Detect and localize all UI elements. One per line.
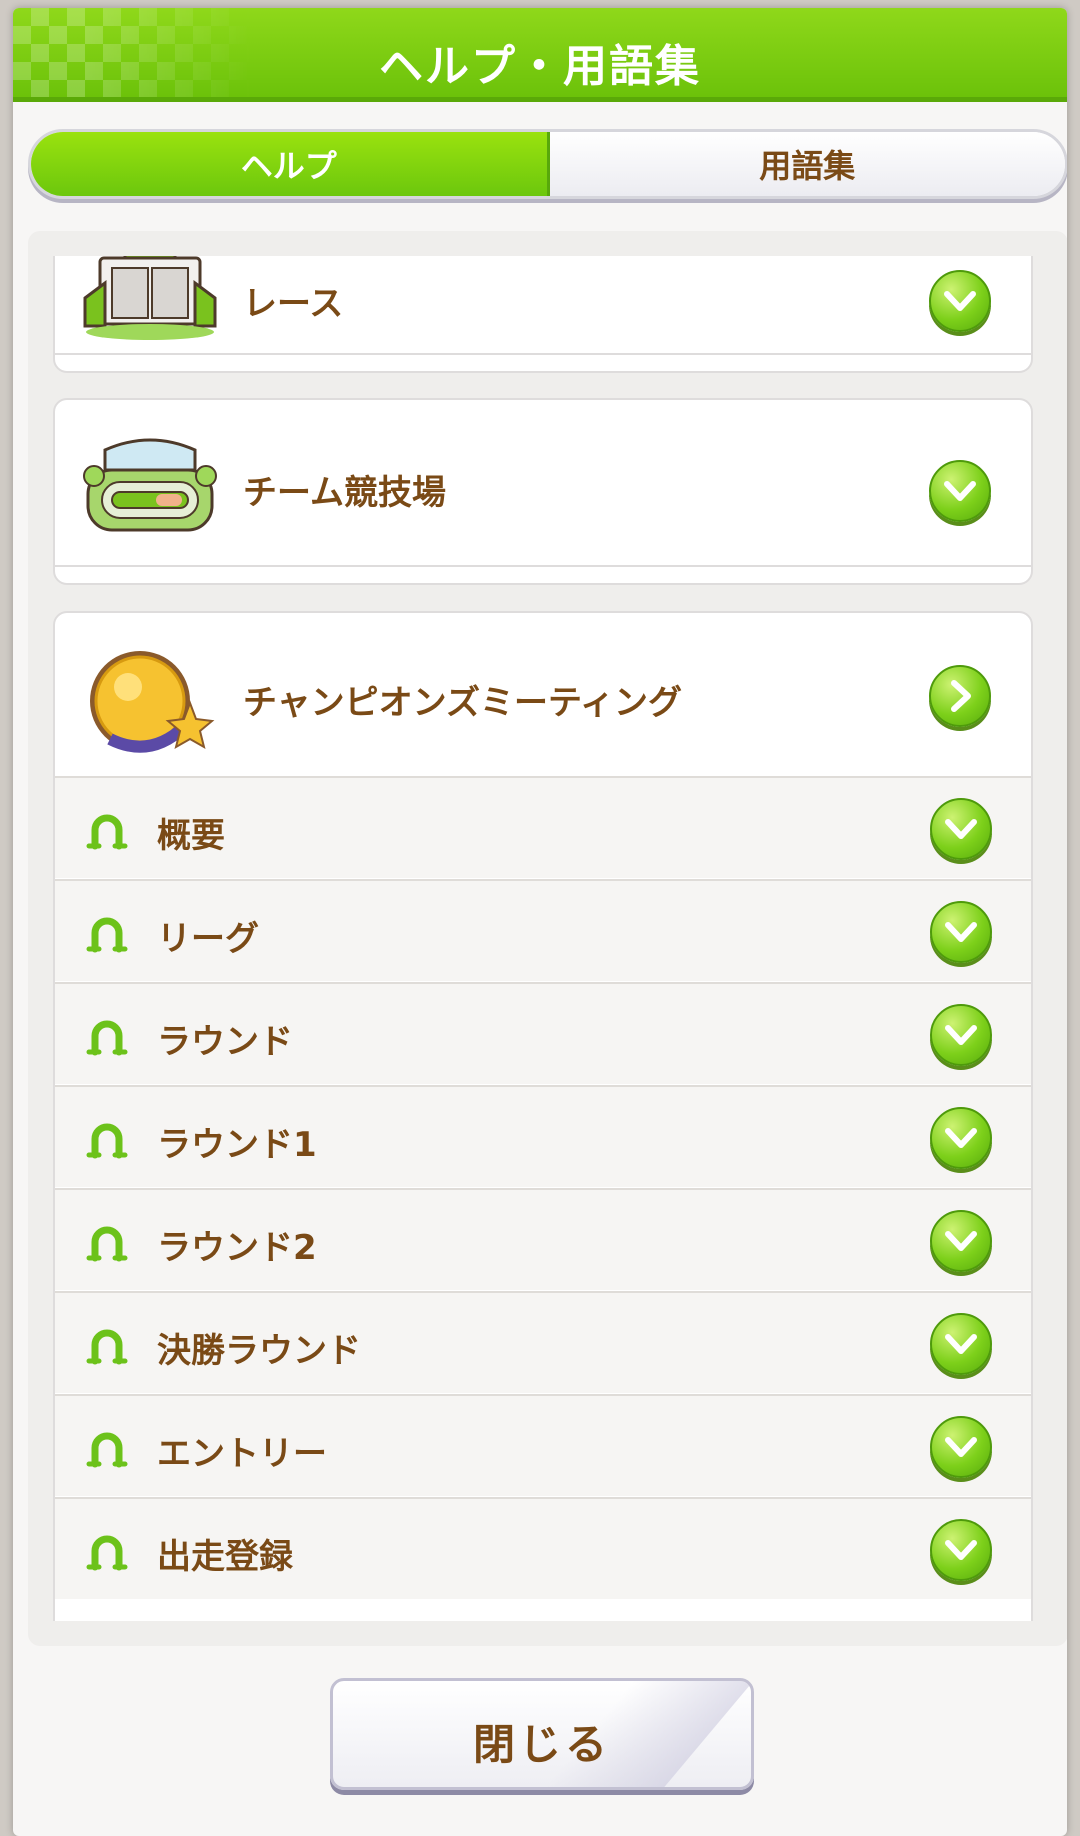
- gold-medal-icon: [90, 651, 215, 753]
- horseshoe-icon: [86, 814, 128, 850]
- expand-button[interactable]: [929, 270, 991, 332]
- horseshoe-icon: [86, 1226, 128, 1262]
- subitem-label: 決勝ラウンド: [157, 1331, 361, 1371]
- subitem-row[interactable]: 概要: [55, 776, 1031, 878]
- chevron-down-icon: [945, 819, 977, 839]
- expand-button[interactable]: [930, 1107, 992, 1169]
- close-button-label: 閉じる: [472, 1720, 611, 1769]
- subitem-row[interactable]: ラウンド: [55, 982, 1031, 1084]
- horseshoe-icon: [86, 1329, 128, 1365]
- subitem-label: リーグ: [157, 919, 259, 959]
- subitem-label: 概要: [157, 816, 225, 856]
- subitem-row[interactable]: ラウンド2: [55, 1188, 1031, 1290]
- help-list: レース チーム競技場 チャンピオンズミーティング 概要 リーグ ラウンド ラウン…: [53, 256, 1033, 1621]
- chevron-down-icon: [945, 1334, 977, 1354]
- expand-button[interactable]: [930, 1210, 992, 1272]
- category-label: チャンピオンズミーティング: [243, 683, 682, 723]
- expand-button[interactable]: [930, 798, 992, 860]
- chevron-right-icon: [951, 680, 971, 712]
- subitem-row[interactable]: ラウンド1: [55, 1085, 1031, 1187]
- card-divider: [55, 565, 1031, 567]
- category-card-race[interactable]: レース: [53, 256, 1033, 373]
- chevron-down-icon: [944, 291, 976, 311]
- subitem-row[interactable]: 決勝ラウンド: [55, 1291, 1031, 1393]
- tab-glossary[interactable]: 用語集: [549, 132, 1065, 196]
- chevron-down-icon: [945, 1128, 977, 1148]
- category-label: チーム競技場: [243, 473, 446, 513]
- chevron-down-icon: [945, 1540, 977, 1560]
- stadium-icon: [83, 438, 217, 532]
- close-button[interactable]: 閉じる: [330, 1678, 754, 1790]
- chevron-down-icon: [945, 1025, 977, 1045]
- expand-button[interactable]: [929, 460, 991, 522]
- dialog-title: ヘルプ・用語集: [379, 41, 701, 92]
- help-dialog: ヘルプ・用語集 ヘルプ 用語集 レース チーム競技場 チャンピオンズミーティング…: [13, 8, 1067, 1836]
- horseshoe-icon: [86, 1432, 128, 1468]
- category-card-champions-meeting[interactable]: チャンピオンズミーティング 概要リーグラウンドラウンド1 ラウンド2 決勝ラウンドエ…: [53, 611, 1033, 1621]
- category-label: レース: [243, 284, 344, 324]
- subitem-label: エントリー: [157, 1434, 327, 1474]
- chevron-down-icon: [945, 1437, 977, 1457]
- expand-button[interactable]: [930, 1313, 992, 1375]
- expand-button[interactable]: [930, 1416, 992, 1478]
- subitem-row[interactable]: エントリー: [55, 1394, 1031, 1496]
- category-card-team-stadium[interactable]: チーム競技場: [53, 398, 1033, 585]
- horseshoe-icon: [86, 1535, 128, 1571]
- horseshoe-icon: [86, 1123, 128, 1159]
- subitem-label: ラウンド1: [157, 1125, 317, 1165]
- subitem-label: ラウンド2: [157, 1228, 317, 1268]
- card-divider: [55, 353, 1031, 355]
- race-gate-icon: [83, 256, 217, 340]
- dialog-header: ヘルプ・用語集: [13, 8, 1067, 102]
- tab-help[interactable]: ヘルプ: [31, 132, 550, 196]
- chevron-down-icon: [945, 1231, 977, 1251]
- expand-button[interactable]: [930, 1004, 992, 1066]
- horseshoe-icon: [86, 917, 128, 953]
- chevron-down-icon: [944, 481, 976, 501]
- subitem-row[interactable]: リーグ: [55, 879, 1031, 981]
- subitem-label: ラウンド: [157, 1022, 293, 1062]
- expand-button[interactable]: [930, 1519, 992, 1581]
- chevron-down-icon: [945, 922, 977, 942]
- help-list-panel[interactable]: レース チーム競技場 チャンピオンズミーティング 概要 リーグ ラウンド ラウン…: [28, 231, 1067, 1646]
- expand-button[interactable]: [930, 901, 992, 963]
- subitem-label: 出走登録: [157, 1537, 293, 1577]
- expand-button[interactable]: [929, 665, 991, 727]
- horseshoe-icon: [86, 1020, 128, 1056]
- subitem-row[interactable]: 出走登録: [55, 1497, 1031, 1599]
- tab-bar: ヘルプ 用語集: [28, 129, 1067, 199]
